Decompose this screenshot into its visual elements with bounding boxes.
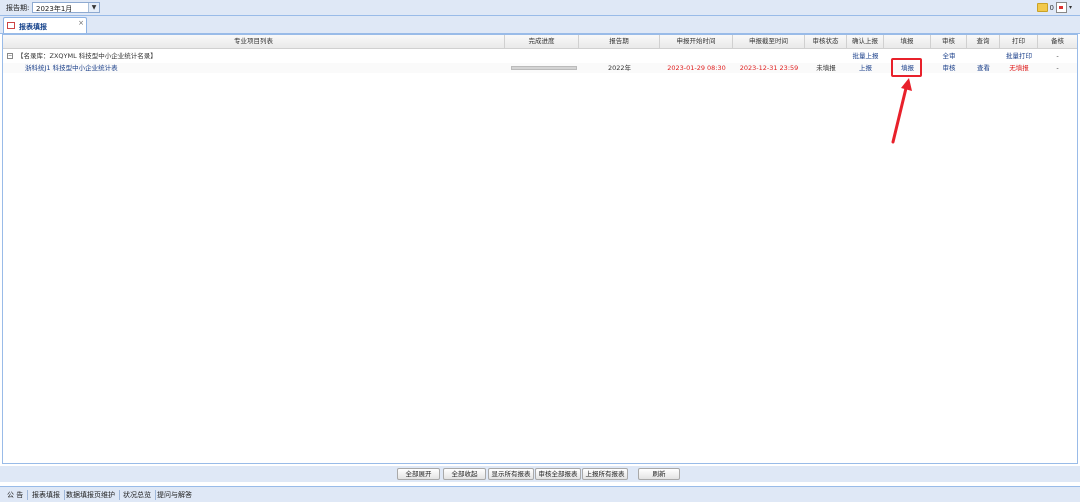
col-confirm-submit[interactable]: 确认上报 — [847, 35, 884, 48]
top-toolbar: 报告期: 2023年1月 ▼ 0 ▾ — [0, 0, 1080, 16]
bottom-button-bar: 全部展开 全部收起 显示所有报表 审核全部报表 上报所有报表 刷新 — [0, 466, 1080, 482]
image-icon[interactable] — [1055, 2, 1067, 13]
col-end-time[interactable]: 申报截至时间 — [733, 35, 805, 48]
notification-count: 0 — [1049, 3, 1054, 12]
report-icon — [7, 22, 15, 29]
collapse-icon[interactable]: − — [7, 53, 13, 59]
period-select[interactable]: 2023年1月 ▼ — [32, 2, 100, 13]
col-review-status[interactable]: 审核状态 — [805, 35, 847, 48]
col-query[interactable]: 查询 — [967, 35, 1000, 48]
col-project-list[interactable]: 专业项目列表 — [3, 35, 505, 48]
progress-bar — [511, 66, 577, 70]
show-all-reports-button[interactable]: 显示所有报表 — [488, 468, 534, 480]
view-link[interactable]: 查看 — [967, 63, 1000, 73]
row-extra: - — [1056, 64, 1059, 72]
submit-all-reports-button[interactable]: 上报所有报表 — [582, 468, 628, 480]
folder-icon[interactable] — [1036, 3, 1048, 12]
report-name-link[interactable]: 浙科统J1 科技型中小企业统计表 — [25, 63, 495, 73]
close-icon[interactable]: × — [78, 19, 84, 27]
col-start-time[interactable]: 申报开始时间 — [660, 35, 733, 48]
grid-header: 专业项目列表 完成进度 报告期 申报开始时间 申报截至时间 审核状态 确认上报 … — [3, 35, 1077, 49]
group-extra: - — [1056, 52, 1059, 60]
footer-status-overview[interactable]: 状况总览 — [123, 490, 156, 500]
refresh-button[interactable]: 刷新 — [638, 468, 680, 480]
end-time: 2023-12-31 23:59 — [739, 64, 799, 72]
review-all-reports-button[interactable]: 审核全部报表 — [535, 468, 581, 480]
footer-faq[interactable]: 提问与解答 — [157, 490, 196, 500]
report-period: 2022年 — [607, 64, 632, 72]
group-title: 【名录库：ZXQYML 科技型中小企业统计名录】 — [17, 52, 157, 60]
tab-label: 报表填报 — [19, 23, 47, 31]
tab-report-fill[interactable]: 报表填报 × — [3, 17, 87, 33]
footer-report-fill[interactable]: 报表填报 — [32, 490, 65, 500]
annotation-arrow-icon — [891, 78, 912, 144]
progress-cell — [505, 63, 579, 73]
footer-announcement[interactable]: 公 告 — [7, 490, 29, 500]
review-link[interactable]: 审核 — [931, 63, 967, 73]
col-period[interactable]: 报告期 — [579, 35, 660, 48]
batch-submit-link[interactable]: 批量上报 — [847, 51, 884, 61]
col-extra[interactable]: 备核 — [1038, 35, 1077, 48]
caret-down-icon[interactable]: ▾ — [1069, 4, 1072, 11]
period-label: 报告期: — [6, 4, 30, 12]
top-right-icons: 0 ▾ — [1036, 2, 1072, 13]
report-grid-panel: 专业项目列表 完成进度 报告期 申报开始时间 申报截至时间 审核状态 确认上报 … — [2, 34, 1078, 464]
period-value: 2023年1月 — [36, 5, 73, 13]
chevron-down-icon[interactable]: ▼ — [88, 3, 99, 12]
col-fill[interactable]: 填报 — [884, 35, 931, 48]
expand-all-button[interactable]: 全部展开 — [397, 468, 440, 480]
start-time: 2023-01-29 08:30 — [667, 64, 726, 72]
col-review[interactable]: 审核 — [931, 35, 967, 48]
footer-data-page-maintenance[interactable]: 数据填报页维护 — [66, 490, 120, 500]
tab-strip: 报表填报 × — [0, 16, 1080, 34]
collapse-all-button[interactable]: 全部收起 — [443, 468, 486, 480]
submit-link[interactable]: 上报 — [847, 63, 884, 73]
review-all-link[interactable]: 全审 — [931, 51, 967, 61]
footer-nav: 公 告 报表填报 数据填报页维护 状况总览 提问与解答 — [0, 486, 1080, 502]
review-status: 未填报 — [816, 64, 836, 72]
print-status[interactable]: 无填报 — [1000, 63, 1038, 73]
col-print[interactable]: 打印 — [1000, 35, 1038, 48]
col-progress[interactable]: 完成进度 — [505, 35, 579, 48]
batch-print-link[interactable]: 批量打印 — [1000, 51, 1038, 61]
